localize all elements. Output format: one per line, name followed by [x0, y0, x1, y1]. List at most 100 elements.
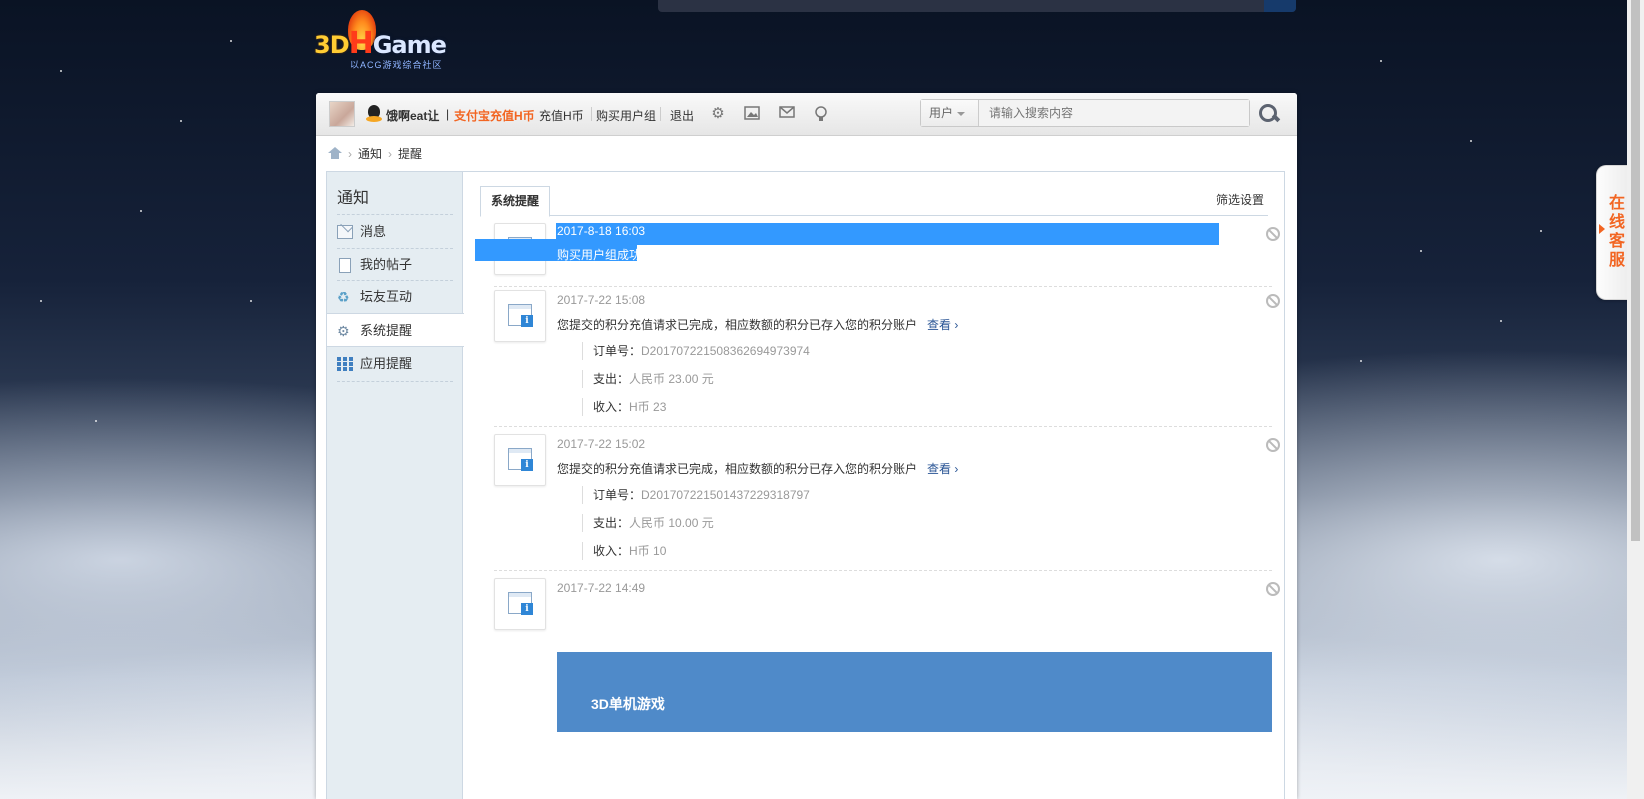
order-label: 订单号：	[593, 488, 642, 502]
gear-icon: ⚙	[337, 323, 350, 339]
text-selection-highlight	[556, 223, 1219, 245]
toolbar-separator: |	[446, 107, 450, 121]
sidebar-title: 通知	[337, 190, 370, 207]
document-icon	[339, 258, 351, 273]
search-input[interactable]	[979, 100, 1249, 126]
game-banner[interactable]: 3D单机游戏	[557, 652, 1272, 732]
notice-time: 2017-7-22 15:02	[557, 437, 646, 451]
notice-time: 2017-7-22 14:49	[557, 581, 646, 595]
settings-gear-icon[interactable]: ⚙	[709, 106, 727, 122]
notice-main: 系统提醒 筛选设置 2017-8-18 16:03 购买用户组成功 2017-7…	[464, 172, 1285, 799]
notice-message: 购买用户组成功	[557, 248, 642, 262]
view-link[interactable]: 查看 ›	[927, 462, 958, 476]
scrollbar[interactable]	[1627, 0, 1644, 799]
sidebar-item-interaction[interactable]: ♻ 坛友互动	[327, 280, 463, 314]
sidebar-item-system-reminder[interactable]: ⚙ 系统提醒	[327, 313, 464, 347]
sidebar-item-label: 坛友互动	[360, 289, 413, 304]
main-panel: 饿啊eat让 | 支付宝充值H币 充值H币 购买用户组 退出 ⚙ 用户 ›通知›…	[316, 93, 1297, 799]
caret-right-icon	[1599, 224, 1605, 234]
logout-link[interactable]: 退出	[670, 107, 694, 124]
income-value: H币 10	[629, 544, 667, 558]
sidebar-item-label: 应用提醒	[360, 356, 413, 371]
chevron-right-icon: ›	[348, 147, 352, 161]
notice-message: 您提交的积分充值请求已完成，相应数额的积分已存入您的积分账户 查看 ›	[557, 316, 958, 333]
filter-settings-link[interactable]: 筛选设置	[1216, 191, 1264, 208]
payment-row: 支出：人民币 10.00 元	[582, 514, 714, 532]
notice-message: 您提交的积分充值请求已完成，相应数额的积分已存入您的积分账户 查看 ›	[557, 460, 958, 477]
top-banner-strip	[658, 0, 1296, 12]
delete-notice-icon[interactable]	[1266, 294, 1280, 308]
scrollbar-thumb[interactable]	[1631, 0, 1640, 541]
logo-h-text: H	[348, 26, 374, 61]
username-link[interactable]: 饿啊eat让	[386, 107, 439, 124]
income-row: 收入：H币 10	[582, 542, 666, 560]
online-service-label: 在线客服	[1608, 195, 1625, 269]
tab-system-reminder[interactable]: 系统提醒	[480, 186, 551, 217]
sidebar-item-label: 消息	[360, 224, 387, 239]
notice-message-text: 您提交的积分充值请求已完成，相应数额的积分已存入您的积分账户	[557, 318, 918, 332]
payment-label: 支出：	[593, 516, 630, 530]
recycle-icon: ♻	[337, 289, 350, 305]
divider	[494, 570, 1272, 571]
sidebar: 通知 消息 我的帖子 ♻ 坛友互动 ⚙ 系统提醒 应用提醒	[327, 172, 464, 799]
income-row: 收入：H币 23	[582, 398, 666, 416]
buy-usergroup-link[interactable]: 购买用户组	[596, 107, 656, 124]
breadcrumb: › 通知 › 提醒	[328, 145, 422, 163]
order-number-row: 订单号：D20170722150836269497397​4	[582, 342, 810, 360]
payment-label: 支出：	[593, 372, 630, 386]
banner-text: 3D单机游戏	[591, 696, 665, 712]
chevron-right-icon: ›	[388, 147, 393, 161]
image-icon[interactable]	[743, 106, 761, 122]
sidebar-item-label: 我的帖子	[360, 257, 413, 272]
notice-item: 2017-7-22 15:02 您提交的积分充值请求已完成，相应数额的积分已存入…	[494, 434, 1280, 571]
toolbar-divider	[660, 107, 661, 121]
avatar[interactable]	[329, 101, 355, 127]
order-number-row: 订单号：D201707221501437229318797	[582, 486, 810, 504]
notice-item: 2017-7-22 15:08 您提交的积分充值请求已完成，相应数额的积分已存入…	[494, 290, 1280, 427]
tab-bar: 系统提醒 筛选设置	[480, 186, 1268, 217]
grid-icon	[337, 357, 353, 371]
alipay-recharge-link[interactable]: 支付宝充值H币	[454, 107, 535, 124]
mail-icon	[337, 225, 353, 239]
info-window-icon	[508, 448, 533, 471]
breadcrumb-item-notice[interactable]: 通知	[358, 147, 382, 161]
sidebar-item-my-posts[interactable]: 我的帖子	[327, 248, 463, 282]
home-icon[interactable]	[328, 147, 342, 159]
income-label: 收入：	[593, 544, 630, 558]
order-label: 订单号：	[593, 344, 642, 358]
order-value: D20170722150836269497397​4	[641, 344, 810, 358]
delete-notice-icon[interactable]	[1266, 582, 1280, 596]
bulb-icon[interactable]	[812, 106, 830, 122]
breadcrumb-item-reminder[interactable]: 提醒	[398, 147, 422, 161]
notice-time: 2017-7-22 15:08	[557, 293, 646, 307]
payment-row: 支出：人民币 23.00 元	[582, 370, 714, 388]
chevron-down-icon	[957, 111, 966, 116]
sidebar-item-messages[interactable]: 消息	[327, 215, 463, 249]
search-icon[interactable]	[1258, 103, 1280, 125]
notice-icon	[494, 434, 546, 486]
mail-icon[interactable]	[778, 106, 796, 122]
notice-icon	[494, 290, 546, 342]
income-label: 收入：	[593, 400, 630, 414]
site-logo[interactable]: 3DHGame 以ACG游戏综合社区	[314, 8, 454, 70]
notice-item: 2017-7-22 14:49	[494, 578, 1280, 634]
payment-value: 人民币 10.00 元	[629, 516, 714, 530]
order-value: D201707221501437229318797	[641, 488, 810, 502]
info-window-icon	[508, 592, 533, 615]
user-toolbar: 饿啊eat让 | 支付宝充值H币 充值H币 购买用户组 退出 ⚙ 用户	[316, 93, 1297, 136]
notice-message-text: 您提交的积分充值请求已完成，相应数额的积分已存入您的积分账户	[557, 462, 918, 476]
view-link[interactable]: 查看 ›	[927, 318, 958, 332]
qq-penguin-icon	[366, 105, 382, 123]
divider	[494, 286, 1272, 287]
search-type-select[interactable]: 用户	[921, 100, 979, 126]
logo-3d-text: 3D	[314, 31, 350, 59]
notice-item: 2017-8-18 16:03 购买用户组成功	[475, 223, 1280, 287]
delete-notice-icon[interactable]	[1266, 227, 1280, 241]
delete-notice-icon[interactable]	[1266, 438, 1280, 452]
divider	[494, 426, 1272, 427]
payment-value: 人民币 23.00 元	[629, 372, 714, 386]
sidebar-item-app-reminder[interactable]: 应用提醒	[327, 347, 463, 381]
recharge-link[interactable]: 充值H币	[539, 107, 584, 124]
notice-icon	[494, 578, 546, 630]
search-type-label: 用户	[929, 106, 954, 120]
